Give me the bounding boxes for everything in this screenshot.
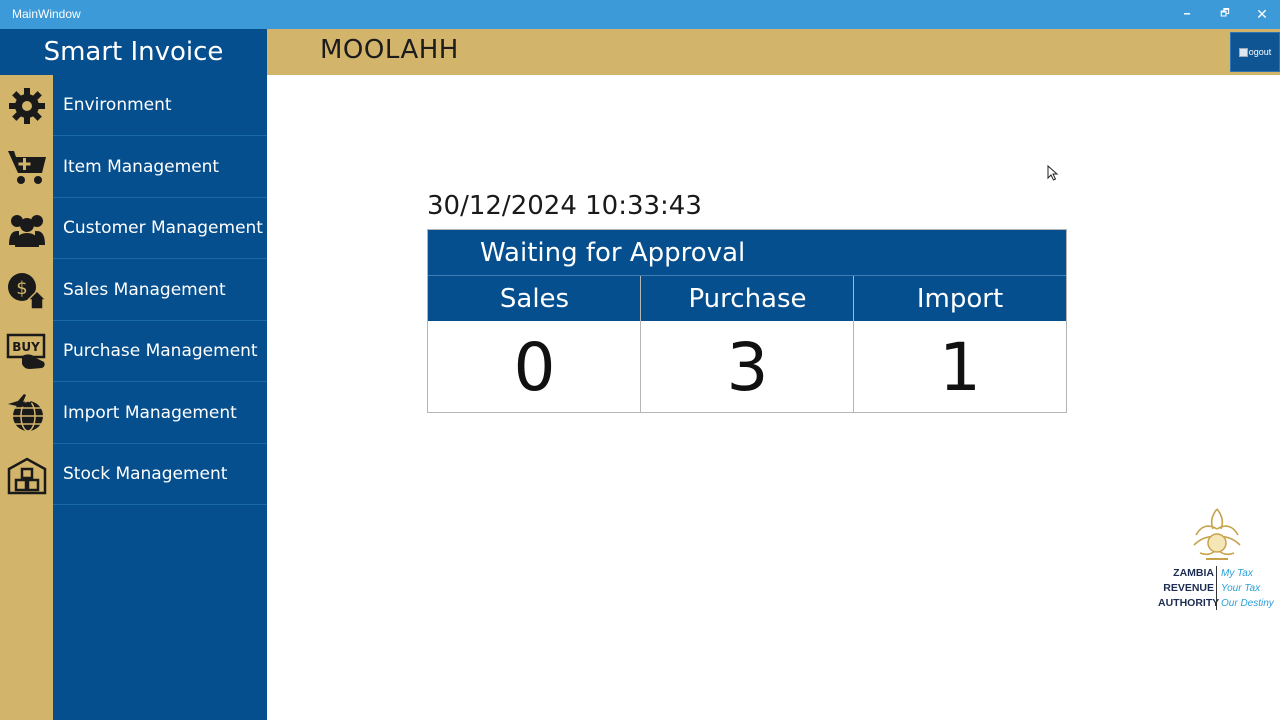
sidebar-item-environment[interactable]: Environment [53,75,267,136]
zra-divider [1216,566,1217,610]
sidebar-item-item-management[interactable]: Item Management [53,137,267,198]
approval-heading: Waiting for Approval [428,230,1066,276]
sidebar-item-label: Purchase Management [63,341,258,361]
dollar-house-icon[interactable]: $ [6,269,48,311]
zra-logo: ZAMBIA REVENUE AUTHORITY My Tax Your Tax… [1158,505,1274,611]
restore-icon: 🗗 [1220,8,1230,19]
zra-slogan: My Tax Your Tax Our Destiny [1221,568,1274,609]
header-bar: MOOLAHH ogout [267,29,1280,75]
sidebar-item-label: Environment [63,95,172,115]
title-bar: MainWindow 🗕 🗗 ✕ [0,0,1280,29]
warehouse-icon[interactable] [6,454,48,496]
minimize-icon: 🗕 [1183,8,1191,19]
logout-label: ogout [1248,47,1272,57]
buy-hand-icon[interactable]: BUY [6,331,48,373]
sidebar-item-purchase-management[interactable]: Purchase Management [53,321,267,382]
sidebar-item-label: Import Management [63,403,237,423]
cart-plus-icon[interactable] [6,146,48,188]
sidebar-item-customer-management[interactable]: Customer Management [53,198,267,259]
logout-button[interactable]: ogout [1230,32,1280,72]
gear-icon[interactable] [6,85,48,127]
import-column-header: Import [854,276,1066,321]
sidebar-item-label: Sales Management [63,280,226,300]
sidebar-item-label: Stock Management [63,464,228,484]
close-button[interactable]: ✕ [1243,0,1280,29]
approval-panel: Waiting for Approval Sales Purchase Impo… [427,229,1067,413]
minimize-button[interactable]: 🗕 [1168,0,1206,29]
purchase-pending-count[interactable]: 3 [641,321,854,413]
close-icon: ✕ [1256,6,1268,23]
sidebar-item-stock-management[interactable]: Stock Management [53,444,267,505]
mouse-cursor-icon [1047,165,1059,181]
globe-plane-icon[interactable] [6,392,48,434]
app-brand: Smart Invoice [0,29,267,75]
purchase-column-header: Purchase [641,276,854,321]
company-name: MOOLAHH [320,35,459,65]
users-icon[interactable] [6,208,48,250]
sales-column-header: Sales [428,276,641,321]
zra-org-name: ZAMBIA REVENUE AUTHORITY [1158,567,1220,609]
maximize-button[interactable]: 🗗 [1206,0,1244,29]
sidebar-item-label: Customer Management [63,218,263,238]
sidebar-item-label: Item Management [63,157,220,177]
window-title: MainWindow [12,7,81,21]
sidebar-item-import-management[interactable]: Import Management [53,383,267,444]
svg-text:$: $ [16,278,27,299]
svg-text:BUY: BUY [12,340,40,354]
import-pending-count[interactable]: 1 [854,321,1066,413]
sales-pending-count[interactable]: 0 [428,321,641,413]
zra-emblem-icon [1193,508,1241,560]
sidebar-item-sales-management[interactable]: Sales Management [53,260,267,321]
logout-icon [1238,47,1248,57]
current-datetime: 30/12/2024 10:33:43 [427,191,702,221]
